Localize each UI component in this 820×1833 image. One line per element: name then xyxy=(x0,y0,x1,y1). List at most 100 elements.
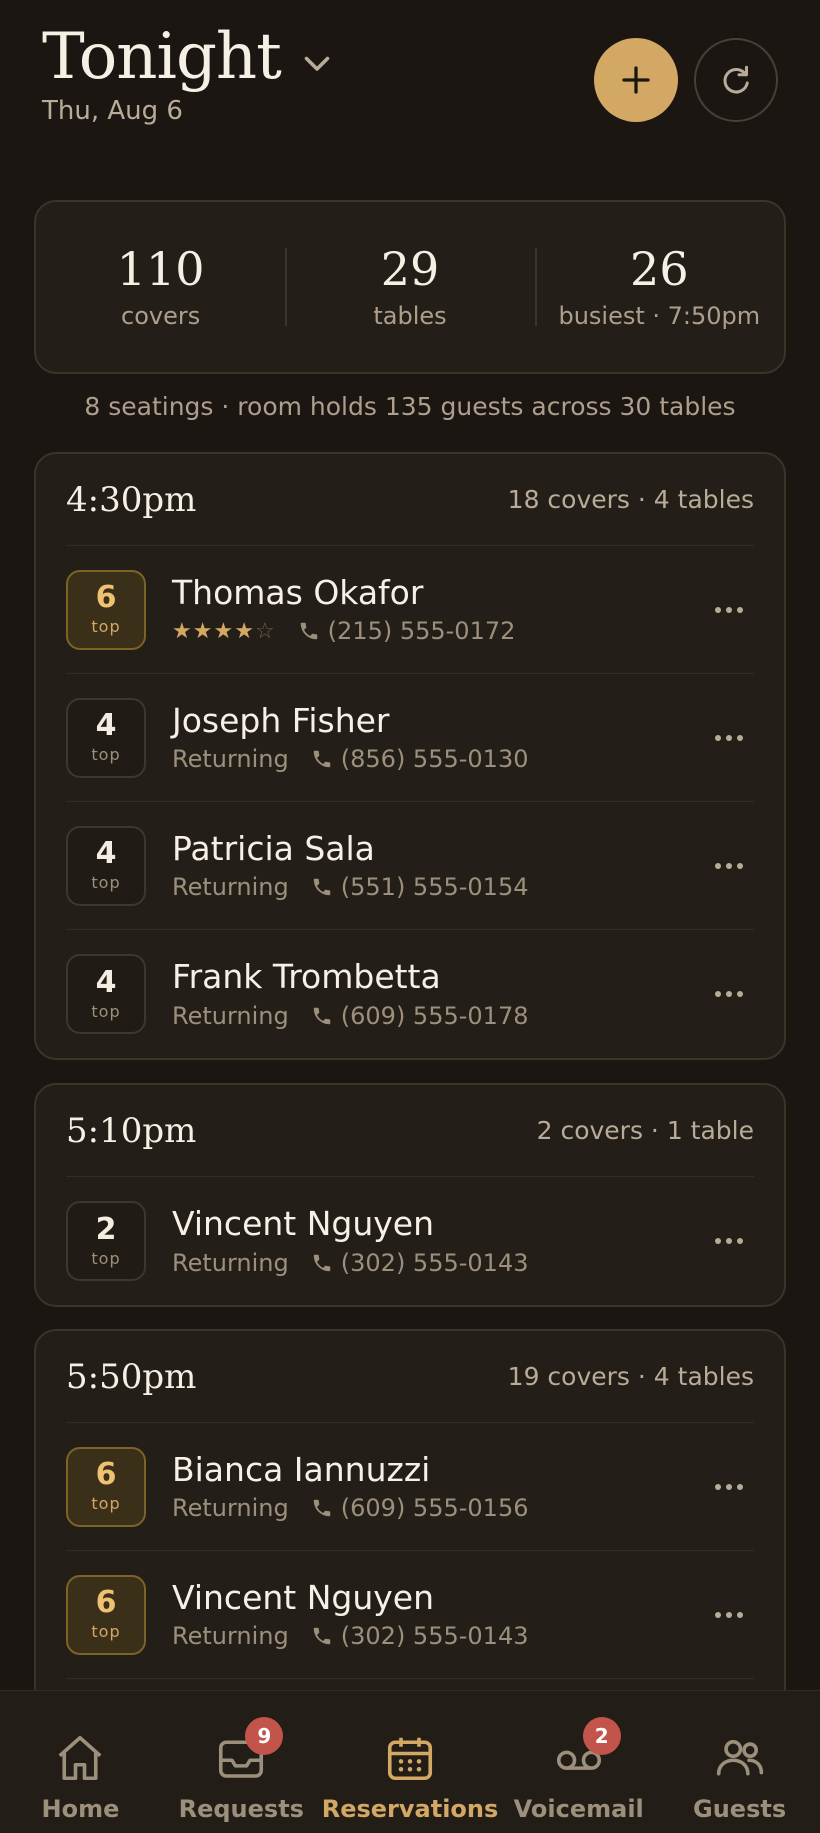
guest-name: Thomas Okafor xyxy=(172,572,424,612)
guest-phone[interactable]: (215) 555-0172 xyxy=(328,617,516,645)
reservation-row[interactable]: 4 top Frank Trombetta Returning (609) 55… xyxy=(66,930,754,1058)
stat-busiest: 26 busiest · 7:50pm xyxy=(535,244,784,331)
nav-reservations[interactable]: Reservations xyxy=(321,1691,499,1833)
reservation-row[interactable]: 6 top Bianca Iannuzzi Returning (609) 55… xyxy=(66,1423,754,1551)
nav-label: Home xyxy=(41,1795,120,1823)
guest-status: Returning xyxy=(172,1494,289,1523)
seating-header: 5:50pm 19 covers · 4 tables xyxy=(66,1331,754,1423)
ellipsis-icon xyxy=(715,734,743,741)
more-options-button[interactable] xyxy=(704,590,754,630)
reservation-row[interactable]: 2 top Vincent Nguyen Returning (302) 555… xyxy=(66,1177,754,1305)
nav-label: Guests xyxy=(693,1795,787,1823)
more-options-button[interactable] xyxy=(704,846,754,886)
seating-card: 4:30pm 18 covers · 4 tables 6 top Thomas… xyxy=(34,452,786,1060)
nav-label: Voicemail xyxy=(513,1795,644,1823)
star-icon: ★ xyxy=(213,618,235,644)
stats-card: 110 covers 29 tables 26 busiest · 7:50pm xyxy=(34,200,786,374)
refresh-icon xyxy=(723,65,749,94)
seating-meta: 18 covers · 4 tables xyxy=(507,485,754,514)
reservation-row[interactable]: 4 top Joseph Fisher Returning (856) 555-… xyxy=(66,674,754,802)
party-size: 6 top xyxy=(66,569,146,650)
reservation-row[interactable]: 6 top Vincent Nguyen Returning (302) 555… xyxy=(66,1551,754,1679)
seating-time: 5:50pm xyxy=(66,1356,197,1397)
party-size: 4 top xyxy=(66,954,146,1034)
seating-header: 4:30pm 18 covers · 4 tables xyxy=(66,454,754,546)
seating-time: 5:10pm xyxy=(66,1110,197,1151)
star-empty-icon: ☆ xyxy=(254,618,276,644)
nav-requests[interactable]: 9 Requests xyxy=(161,1691,322,1833)
nav-home[interactable]: Home xyxy=(0,1691,161,1833)
more-options-button[interactable] xyxy=(704,1595,754,1635)
ellipsis-icon xyxy=(715,1611,743,1618)
nav-label: Requests xyxy=(178,1795,304,1823)
more-options-button[interactable] xyxy=(704,1221,754,1261)
reservation-row[interactable]: 4 top Patricia Sala Returning (551) 555-… xyxy=(66,802,754,930)
notification-badge: 9 xyxy=(245,1717,284,1755)
guest-name: Joseph Fisher xyxy=(172,700,390,740)
room-summary: 8 seatings · room holds 135 guests acros… xyxy=(84,392,736,421)
stat-value: 110 xyxy=(116,241,205,296)
phone-icon xyxy=(313,1628,331,1645)
party-number: 6 xyxy=(95,580,117,615)
guest-status: Returning xyxy=(172,1001,289,1030)
guest-phone[interactable]: (609) 555-0178 xyxy=(341,1002,529,1030)
stat-label: busiest · 7:50pm xyxy=(558,302,761,331)
chevron-down-icon[interactable] xyxy=(299,45,335,81)
star-rating: ★★★★☆ xyxy=(172,619,276,644)
star-icon: ★ xyxy=(192,618,214,644)
guest-name: Vincent Nguyen xyxy=(172,1577,435,1617)
party-size: 6 top xyxy=(66,1446,146,1527)
party-unit: top xyxy=(91,873,121,892)
more-options-button[interactable] xyxy=(704,1467,754,1507)
reservation-row[interactable]: 6 top Thomas Okafor ★★★★☆ (215) 555-0172 xyxy=(66,546,754,674)
refresh-button[interactable] xyxy=(694,38,778,122)
nav-voicemail[interactable]: 2 Voicemail xyxy=(498,1691,659,1833)
ellipsis-icon xyxy=(715,862,743,869)
party-unit: top xyxy=(91,1494,121,1513)
party-number: 6 xyxy=(95,1585,117,1620)
seating-meta: 19 covers · 4 tables xyxy=(507,1362,754,1391)
guest-status: Returning xyxy=(172,1622,289,1651)
header: Tonight Thu, Aug 6 xyxy=(42,22,778,152)
guest-status: Returning xyxy=(172,873,289,902)
guests-icon xyxy=(716,1740,763,1776)
star-icon: ★ xyxy=(234,618,255,644)
star-icon: ★ xyxy=(172,618,193,644)
nav-guests[interactable]: Guests xyxy=(659,1691,820,1833)
stat-label: tables xyxy=(373,302,447,331)
seating-time: 4:30pm xyxy=(66,479,197,520)
party-unit: top xyxy=(91,1248,121,1268)
seating-header: 5:10pm 2 covers · 1 table xyxy=(66,1085,754,1177)
add-reservation-button[interactable] xyxy=(594,38,678,122)
party-size: 4 top xyxy=(66,825,146,906)
guest-phone[interactable]: (302) 555-0143 xyxy=(341,1249,529,1277)
phone-icon xyxy=(300,623,317,640)
guest-name: Vincent Nguyen xyxy=(172,1204,435,1244)
stat-label: covers xyxy=(121,302,201,331)
nav-label: Reservations xyxy=(321,1795,499,1823)
ellipsis-icon xyxy=(715,1238,743,1244)
guest-status: Returning xyxy=(172,1248,289,1277)
party-number: 4 xyxy=(95,836,117,871)
phone-icon xyxy=(313,879,331,896)
party-unit: top xyxy=(91,1622,121,1641)
calendar-icon xyxy=(387,1737,433,1781)
party-number: 2 xyxy=(95,1211,117,1247)
seating-meta: 2 covers · 1 table xyxy=(536,1116,754,1145)
party-unit: top xyxy=(91,745,121,764)
party-number: 4 xyxy=(95,964,117,1000)
phone-icon xyxy=(313,1007,331,1025)
guest-phone[interactable]: (609) 555-0156 xyxy=(341,1494,529,1522)
more-options-button[interactable] xyxy=(704,974,754,1014)
party-number: 4 xyxy=(95,708,117,743)
guest-status: Returning xyxy=(172,745,289,774)
stat-covers: 110 covers xyxy=(36,244,285,331)
guest-phone[interactable]: (551) 555-0154 xyxy=(341,873,529,901)
seating-card: 5:10pm 2 covers · 1 table 2 top Vincent … xyxy=(34,1083,786,1307)
more-options-button[interactable] xyxy=(704,718,754,758)
guest-phone[interactable]: (302) 555-0143 xyxy=(341,1622,529,1650)
guest-phone[interactable]: (856) 555-0130 xyxy=(341,745,529,773)
guest-name: Frank Trombetta xyxy=(172,957,441,997)
stat-value: 26 xyxy=(630,241,689,296)
party-unit: top xyxy=(91,617,121,636)
